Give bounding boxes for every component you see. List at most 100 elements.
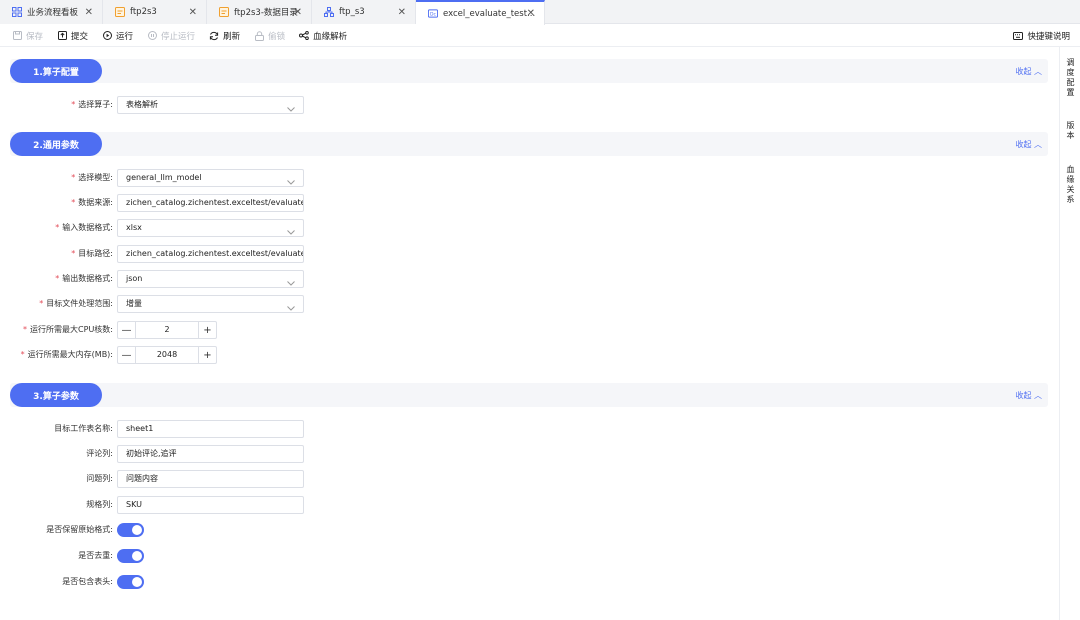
chevron-up-icon: ︿ [1031, 67, 1042, 76]
stop-run-label: 停止运行 [161, 31, 196, 42]
operator-select[interactable]: 表格解析 [117, 96, 304, 114]
section-operator-params: 3.算子参数 收起 ︿ [10, 383, 1048, 407]
save-icon [12, 31, 22, 41]
increment-button[interactable]: + [198, 322, 216, 338]
include-header-toggle[interactable] [117, 575, 144, 589]
lock-icon [254, 30, 264, 41]
keep-format-toggle[interactable] [117, 523, 144, 537]
close-icon[interactable]: ✕ [527, 8, 535, 19]
save-button[interactable]: 保存 [12, 30, 43, 42]
lineage-parse-label: 血缘解析 [313, 31, 348, 42]
form-row-model: * 选择模型: general_llm_model [0, 169, 310, 187]
chevron-down-icon [287, 225, 295, 236]
run-button[interactable]: 运行 [102, 30, 133, 42]
field-label: * 选择算子: [71, 100, 113, 109]
section-general-params: 2.通用参数 收起 ︿ [10, 132, 1048, 156]
side-panel: 调 度 配 置 版 本 血 缘 关 系 [1059, 47, 1080, 620]
field-label: 规格列: [86, 500, 113, 509]
side-version[interactable]: 版 本 [1060, 121, 1080, 141]
collapse-button[interactable]: 收起 ︿ [1015, 390, 1042, 401]
sheet-name-input[interactable]: sheet1 [117, 420, 304, 438]
shortcuts-button[interactable]: 快捷键说明 [1013, 30, 1070, 42]
field-label: * 运行所需最大内存(MB): [20, 350, 113, 359]
tab-label: ftp2s3 [130, 7, 157, 17]
form-row-memory: * 运行所需最大内存(MB): — 2048 + [0, 346, 310, 364]
field-label: 是否包含表头: [62, 577, 113, 586]
submit-button[interactable]: 提交 [57, 30, 88, 42]
spec-column-input[interactable]: SKU [117, 496, 304, 514]
memory-value[interactable]: 2048 [136, 347, 198, 363]
tab-ftp-s3[interactable]: ftp_s3 ✕ [312, 0, 416, 24]
decrement-button[interactable]: — [118, 347, 136, 363]
form-row-keep-format: 是否保留原始格式: [0, 521, 310, 539]
form-row-header: 是否包含表头: [0, 573, 310, 591]
cpu-value[interactable]: 2 [136, 322, 198, 338]
grid-icon [12, 7, 22, 17]
collapse-button[interactable]: 收起 ︿ [1015, 139, 1042, 150]
decrement-button[interactable]: — [118, 322, 136, 338]
tab-business-dashboard[interactable]: 业务流程看板 ✕ [0, 0, 103, 24]
toolbar: 保存 提交 运行 停止运行 刷新 偷锁 血缘解析 快捷键说明 [0, 25, 1080, 47]
form-row-question: 问题列: 问题内容 [0, 470, 310, 488]
form-row-target-path: * 目标路径: zichen_catalog.zichentest.excelte… [0, 245, 310, 263]
field-label: 是否保留原始格式: [46, 525, 113, 534]
required-mark: * [23, 325, 28, 334]
question-column-input[interactable]: 问题内容 [117, 470, 304, 488]
required-mark: * [71, 249, 76, 258]
field-label: 目标工作表名称: [54, 424, 113, 433]
collapse-button[interactable]: 收起 ︿ [1015, 66, 1042, 77]
model-select[interactable]: general_llm_model [117, 169, 304, 187]
required-mark: * [20, 350, 25, 359]
refresh-button[interactable]: 刷新 [209, 30, 240, 42]
input-format-select[interactable]: xlsx [117, 219, 304, 237]
stop-run-button[interactable]: 停止运行 [147, 30, 195, 42]
side-lineage[interactable]: 血 缘 关 系 [1060, 165, 1080, 205]
close-icon[interactable]: ✕ [85, 7, 93, 18]
steal-lock-button[interactable]: 偷锁 [254, 30, 285, 42]
form-row-output-format: * 输出数据格式: json [0, 270, 310, 288]
form-row-cpu: * 运行所需最大CPU核数: — 2 + [0, 321, 310, 339]
field-label: 评论列: [86, 449, 113, 458]
tab-ftp2s3-catalog[interactable]: ftp2s3-数据目录 ✕ [207, 0, 312, 24]
chevron-down-icon [287, 276, 295, 287]
field-label: * 输入数据格式: [55, 223, 113, 232]
required-mark: * [39, 299, 44, 308]
data-source-input[interactable]: zichen_catalog.zichentest.exceltest/eval… [117, 194, 304, 212]
collapse-label: 收起 [1015, 140, 1032, 149]
process-range-select[interactable]: 增量 [117, 295, 304, 313]
collapse-label: 收起 [1015, 391, 1032, 400]
steal-lock-label: 偷锁 [268, 31, 286, 42]
form-row-sheet: 目标工作表名称: sheet1 [0, 420, 310, 438]
close-icon[interactable]: ✕ [398, 7, 406, 18]
lineage-parse-button[interactable]: 血缘解析 [299, 30, 347, 42]
tab-excel-evaluate[interactable]: Dc excel_evaluate_test... ✕ [416, 0, 545, 25]
tab-ftp2s3[interactable]: ftp2s3 ✕ [103, 0, 207, 24]
tab-label: ftp2s3-数据目录 [234, 8, 298, 18]
svg-text:Dc: Dc [430, 11, 436, 17]
output-format-select[interactable]: json [117, 270, 304, 288]
file-icon [115, 7, 125, 17]
increment-button[interactable]: + [198, 347, 216, 363]
dedupe-toggle[interactable] [117, 549, 144, 563]
save-label: 保存 [26, 31, 44, 42]
section-title: 1.算子配置 [10, 59, 102, 83]
side-schedule-config[interactable]: 调 度 配 置 [1060, 58, 1080, 98]
chevron-down-icon [287, 175, 295, 186]
toggle-knob [132, 525, 142, 535]
close-icon[interactable]: ✕ [189, 7, 197, 18]
field-label: * 数据来源: [71, 198, 113, 207]
doc-icon: Dc [428, 9, 438, 19]
tab-label: 业务流程看板 [27, 8, 79, 18]
section-title: 3.算子参数 [10, 383, 102, 407]
form-row-range: * 目标文件处理范围: 增量 [0, 295, 310, 313]
submit-icon [57, 31, 67, 41]
field-label: * 目标路径: [71, 249, 113, 258]
close-icon[interactable]: ✕ [294, 7, 302, 18]
collapse-label: 收起 [1015, 67, 1032, 76]
chevron-down-icon [287, 301, 295, 312]
field-label: 问题列: [86, 474, 113, 483]
comment-column-input[interactable]: 初始评论,追评 [117, 445, 304, 463]
tab-label: ftp_s3 [339, 7, 365, 17]
tab-label: excel_evaluate_test... [443, 8, 536, 19]
target-path-input[interactable]: zichen_catalog.zichentest.exceltest/eval… [117, 245, 304, 263]
